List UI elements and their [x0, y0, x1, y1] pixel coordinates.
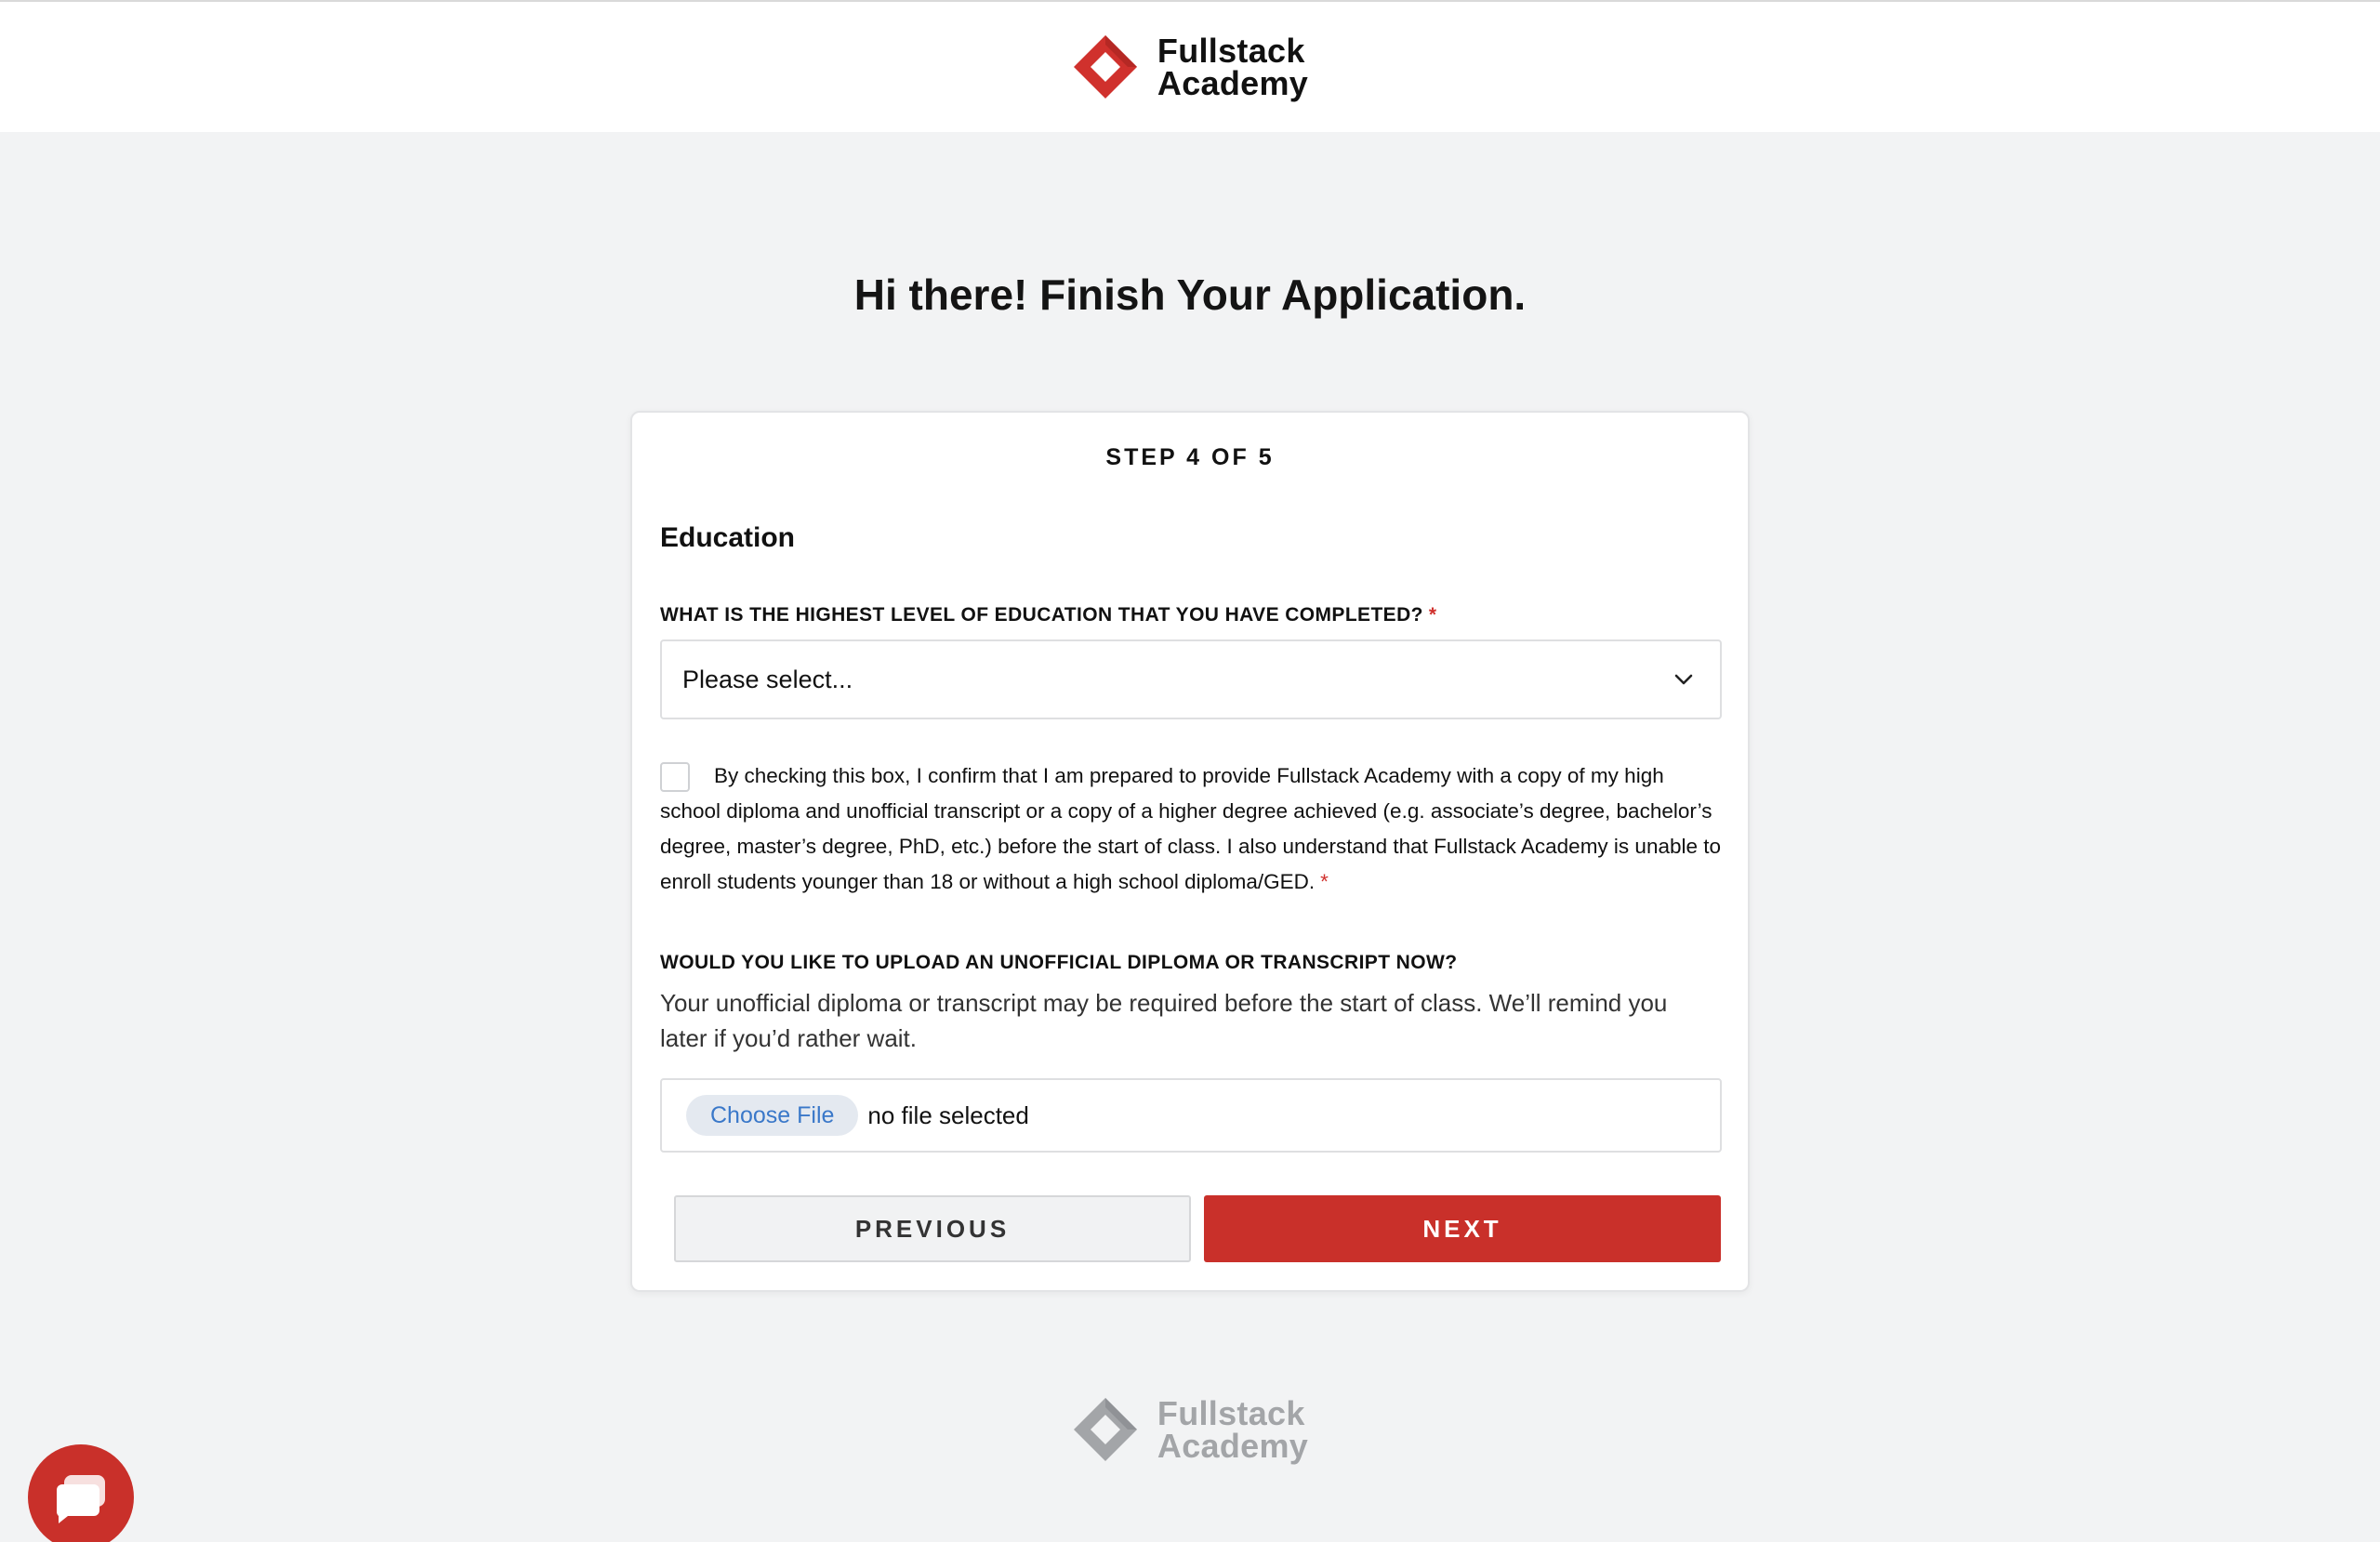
consent-checkbox[interactable]: [660, 762, 690, 792]
section-title: Education: [660, 522, 796, 553]
page-title: Hi there! Finish Your Application.: [853, 270, 1527, 319]
fullstack-logo-icon: [1073, 35, 1137, 99]
header-logo[interactable]: Fullstack Academy: [1072, 33, 1308, 100]
chat-icon: [57, 1475, 105, 1523]
choose-file-button[interactable]: Choose File: [686, 1095, 859, 1136]
footer-brand-name-line1: Fullstack: [1157, 1394, 1305, 1432]
required-mark: *: [1320, 870, 1329, 893]
footer: Fullstack Academy: [0, 1396, 2380, 1463]
chat-launcher-button[interactable]: [28, 1444, 134, 1542]
footer-brand-name-line2: Academy: [1157, 1427, 1309, 1465]
file-status: no file selected: [867, 1100, 1029, 1129]
education-question-label: WHAT IS THE HIGHEST LEVEL OF EDUCATION T…: [660, 604, 1436, 626]
fullstack-logo-icon: [1073, 1398, 1137, 1461]
consent-text: By checking this box, I confirm that I a…: [660, 758, 1729, 900]
site-header: Fullstack Academy: [0, 0, 2380, 132]
footer-logo[interactable]: Fullstack Academy: [1072, 1396, 1308, 1463]
file-upload-field[interactable]: Choose File no file selected: [660, 1078, 1722, 1153]
step-indicator: STEP 4 OF 5: [1105, 444, 1275, 470]
upload-question-label: WOULD YOU LIKE TO UPLOAD AN UNOFFICIAL D…: [660, 952, 1458, 973]
education-question-text: WHAT IS THE HIGHEST LEVEL OF EDUCATION T…: [660, 604, 1423, 626]
previous-button[interactable]: PREVIOUS: [674, 1195, 1191, 1262]
required-mark: *: [1428, 604, 1437, 626]
upload-description: Your unofficial diploma or transcript ma…: [660, 989, 1668, 1052]
brand-name: Fullstack Academy: [1157, 32, 1309, 102]
application-card: STEP 4 OF 5 Education WHAT IS THE HIGHES…: [630, 411, 1750, 1292]
consent-body: By checking this box, I confirm that I a…: [660, 764, 1722, 893]
education-level-select[interactable]: Please select...: [660, 639, 1722, 719]
education-select-value: Please select...: [682, 665, 853, 693]
brand-name-line1: Fullstack: [1157, 32, 1305, 70]
brand-name-line2: Academy: [1157, 64, 1309, 102]
next-button[interactable]: NEXT: [1204, 1195, 1721, 1262]
chevron-down-icon: [1674, 674, 1693, 685]
footer-brand-name: Fullstack Academy: [1157, 1394, 1309, 1465]
